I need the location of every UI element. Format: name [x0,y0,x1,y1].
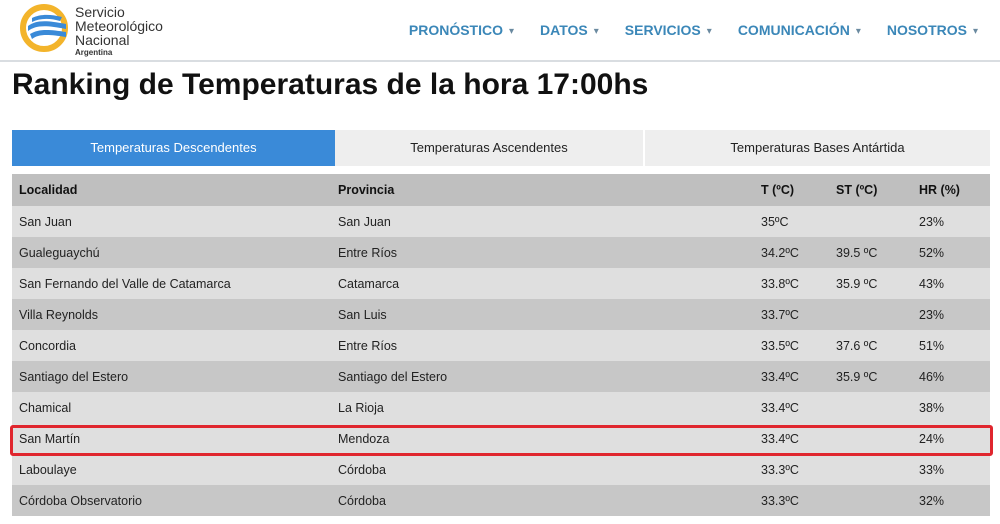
cell-provincia: Entre Ríos [331,237,754,268]
cell-sensacion-termica: 37.6 ºC [829,330,912,361]
cell-localidad: Chamical [12,392,331,423]
cell-sensacion-termica [829,392,912,423]
smn-logo-icon [20,4,68,52]
cell-humedad: 52% [912,237,990,268]
table-header-row: Localidad Provincia T (ºC) ST (ºC) HR (%… [12,174,990,206]
cell-humedad: 38% [912,392,990,423]
caret-down-icon: ▾ [972,26,978,37]
cell-temperatura: 34.2ºC [754,237,829,268]
nav-pronostico[interactable]: PRONÓSTICO ▾ [409,22,514,38]
cell-humedad: 51% [912,330,990,361]
ranking-tabs: Temperaturas Descendentes Temperaturas A… [12,130,990,166]
cell-provincia: Catamarca [331,268,754,299]
cell-provincia: Santiago del Estero [331,361,754,392]
cell-humedad: 23% [912,206,990,237]
header-temperatura[interactable]: T (ºC) [754,174,829,206]
cell-temperatura: 33.7ºC [754,299,829,330]
logo-line-4: Argentina [75,48,113,57]
cell-temperatura: 33.8ºC [754,268,829,299]
logo-wordmark: Servicio Meteorológico Nacional Argentin… [75,5,163,58]
cell-sensacion-termica: 35.9 ºC [829,361,912,392]
cell-sensacion-termica [829,299,912,330]
header-provincia[interactable]: Provincia [331,174,754,206]
cell-humedad: 23% [912,299,990,330]
cell-sensacion-termica [829,485,912,516]
caret-down-icon: ▾ [855,26,861,37]
cell-provincia: San Juan [331,206,754,237]
table-row-highlighted: San Martín Mendoza 33.4ºC 24% [12,423,990,454]
cell-humedad: 33% [912,454,990,485]
site-header: Servicio Meteorológico Nacional Argentin… [0,0,1000,62]
cell-localidad: Santiago del Estero [12,361,331,392]
table-row: Chamical La Rioja 33.4ºC 38% [12,392,990,423]
page-title: Ranking de Temperaturas de la hora 17:00… [12,68,649,101]
cell-temperatura: 33.5ºC [754,330,829,361]
tab-temperaturas-descendentes[interactable]: Temperaturas Descendentes [12,130,335,166]
table-row: Villa Reynolds San Luis 33.7ºC 23% [12,299,990,330]
cell-localidad: Gualeguaychú [12,237,331,268]
cell-provincia: Entre Ríos [331,330,754,361]
cell-humedad: 24% [912,423,990,454]
table-row: San Juan San Juan 35ºC 23% [12,206,990,237]
smn-logo[interactable]: Servicio Meteorológico Nacional Argentin… [20,4,170,57]
tab-temperaturas-bases-antartida[interactable]: Temperaturas Bases Antártida [645,130,990,166]
header-localidad[interactable]: Localidad [12,174,331,206]
nav-servicios[interactable]: SERVICIOS ▾ [625,22,712,38]
cell-temperatura: 35ºC [754,206,829,237]
logo-line-3: Nacional [75,32,130,48]
nav-comunicacion[interactable]: COMUNICACIÓN ▾ [738,22,861,38]
logo-line-1: Servicio [75,4,125,20]
cell-localidad: Córdoba Observatorio [12,485,331,516]
cell-provincia: Córdoba [331,454,754,485]
main-nav: PRONÓSTICO ▾ DATOS ▾ SERVICIOS ▾ COMUNICACI… [383,22,978,38]
tab-temperaturas-ascendentes[interactable]: Temperaturas Ascendentes [335,130,645,166]
table-row: Santiago del Estero Santiago del Estero … [12,361,990,392]
caret-down-icon: ▾ [509,26,515,37]
ranking-table-container: Localidad Provincia T (ºC) ST (ºC) HR (%… [12,174,990,516]
cell-temperatura: 33.4ºC [754,392,829,423]
cell-temperatura: 33.3ºC [754,485,829,516]
nav-datos[interactable]: DATOS ▾ [540,22,599,38]
cell-sensacion-termica [829,206,912,237]
table-row: Córdoba Observatorio Córdoba 33.3ºC 32% [12,485,990,516]
cell-localidad: San Fernando del Valle de Catamarca [12,268,331,299]
cell-provincia: Córdoba [331,485,754,516]
ranking-table: Localidad Provincia T (ºC) ST (ºC) HR (%… [12,174,990,516]
table-row: Gualeguaychú Entre Ríos 34.2ºC 39.5 ºC 5… [12,237,990,268]
cell-sensacion-termica [829,454,912,485]
cell-temperatura: 33.4ºC [754,423,829,454]
table-row: Concordia Entre Ríos 33.5ºC 37.6 ºC 51% [12,330,990,361]
cell-sensacion-termica: 39.5 ºC [829,237,912,268]
cell-localidad: San Juan [12,206,331,237]
logo-line-2: Meteorológico [75,18,163,34]
header-sensacion-termica[interactable]: ST (ºC) [829,174,912,206]
nav-nosotros[interactable]: NOSOTROS ▾ [887,22,978,38]
cell-provincia: Mendoza [331,423,754,454]
cell-sensacion-termica [829,423,912,454]
caret-down-icon: ▾ [706,26,712,37]
cell-localidad: San Martín [12,423,331,454]
cell-humedad: 46% [912,361,990,392]
header-humedad[interactable]: HR (%) [912,174,990,206]
cell-localidad: Concordia [12,330,331,361]
cell-localidad: Laboulaye [12,454,331,485]
caret-down-icon: ▾ [593,26,599,37]
cell-provincia: San Luis [331,299,754,330]
cell-provincia: La Rioja [331,392,754,423]
cell-localidad: Villa Reynolds [12,299,331,330]
cell-humedad: 43% [912,268,990,299]
table-row: Laboulaye Córdoba 33.3ºC 33% [12,454,990,485]
cell-temperatura: 33.3ºC [754,454,829,485]
table-row: San Fernando del Valle de Catamarca Cata… [12,268,990,299]
cell-humedad: 32% [912,485,990,516]
cell-temperatura: 33.4ºC [754,361,829,392]
cell-sensacion-termica: 35.9 ºC [829,268,912,299]
